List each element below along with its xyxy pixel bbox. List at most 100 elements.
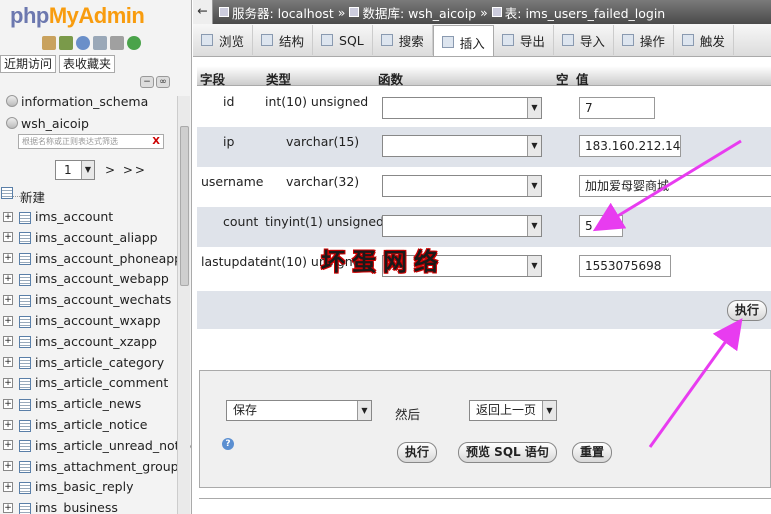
sidebar-table-item[interactable]: + ims_article_news bbox=[0, 393, 141, 414]
expand-icon[interactable]: + bbox=[3, 419, 13, 430]
back-arrow-icon[interactable]: ← bbox=[193, 0, 213, 24]
expand-icon[interactable]: + bbox=[3, 502, 13, 513]
sidebar-table-item[interactable]: + ims_account_xzapp bbox=[0, 331, 157, 352]
tab-2[interactable]: SQL bbox=[313, 25, 373, 55]
tab-3[interactable]: 搜索 bbox=[373, 25, 433, 55]
expand-icon[interactable]: + bbox=[3, 232, 13, 243]
value-input[interactable]: 1553075698 bbox=[579, 255, 671, 277]
table-label: ims_attachment_group bbox=[35, 458, 179, 474]
sidebar-table-item[interactable]: + ims_business bbox=[0, 497, 118, 514]
breadcrumb-database[interactable]: 数据库: wsh_aicoip bbox=[362, 3, 476, 22]
action-select-value: 保存 bbox=[233, 403, 258, 417]
tab-8[interactable]: 触发 bbox=[674, 25, 734, 55]
value-input[interactable]: 加加爱母婴商城 bbox=[579, 175, 771, 197]
table-label: ims_basic_reply bbox=[35, 479, 134, 495]
function-select[interactable]: ▼ bbox=[382, 215, 542, 237]
database-item[interactable]: information_schema bbox=[0, 91, 148, 111]
nav-scrollbar-thumb[interactable] bbox=[180, 126, 189, 286]
sidebar-table-item[interactable]: + ims_article_notice bbox=[0, 414, 147, 435]
database-item-active[interactable]: wsh_aicoip bbox=[0, 113, 89, 133]
sidebar-table-item[interactable]: + ims_article_category bbox=[0, 352, 164, 373]
sidebar-table-item[interactable]: + ims_account bbox=[0, 206, 113, 227]
then-select-value: 返回上一页 bbox=[476, 403, 537, 417]
function-select[interactable]: ▼ bbox=[382, 135, 542, 157]
tab-bar: 浏览 结构 SQL 搜索 插入 导出 导入 操作 触发 bbox=[193, 24, 771, 57]
page-select[interactable]: 1 ▼ bbox=[55, 160, 95, 180]
sidebar-table-item[interactable]: + ims_basic_reply bbox=[0, 476, 133, 497]
recent-tab[interactable]: 近期访问 bbox=[0, 55, 57, 73]
phpmyadmin-logo[interactable]: phpMyAdmin bbox=[10, 3, 145, 29]
sidebar-table-item[interactable]: + ims_account_aliapp bbox=[0, 227, 158, 248]
reload-icon[interactable] bbox=[127, 36, 141, 50]
table-icon bbox=[18, 481, 31, 494]
sidebar-table-item[interactable]: + ims_article_unread_notice bbox=[0, 435, 192, 456]
tab-7[interactable]: 操作 bbox=[614, 25, 674, 55]
server-icon bbox=[219, 7, 229, 17]
value-input[interactable]: 5 bbox=[579, 215, 623, 237]
expand-icon[interactable]: + bbox=[3, 294, 13, 305]
execute-button[interactable]: 执行 bbox=[727, 300, 768, 321]
help-icon[interactable]: ? bbox=[222, 438, 234, 450]
expand-icon[interactable]: + bbox=[3, 398, 13, 409]
nav-icon-bar bbox=[42, 36, 141, 50]
field-type: tinyint(1) unsigned bbox=[265, 214, 384, 229]
sidebar-table-item[interactable]: + ims_article_comment bbox=[0, 372, 168, 393]
table-icon bbox=[18, 273, 31, 286]
chevron-down-icon: ▼ bbox=[527, 256, 541, 276]
sidebar-table-item[interactable]: + ims_account_wechats bbox=[0, 289, 171, 310]
expand-icon[interactable]: + bbox=[3, 357, 13, 368]
value-input[interactable]: 7 bbox=[579, 97, 655, 119]
next-page-link[interactable]: > >> bbox=[105, 163, 147, 177]
value-input[interactable]: 183.160.212.14 bbox=[579, 135, 681, 157]
expand-icon[interactable]: + bbox=[3, 461, 13, 472]
function-select[interactable]: ▼ bbox=[382, 97, 542, 119]
favorites-tab[interactable]: 表收藏夹 bbox=[59, 55, 116, 73]
collapse-all-button[interactable]: − bbox=[140, 76, 154, 88]
expand-icon[interactable]: + bbox=[3, 481, 13, 492]
link-with-main-button[interactable]: ∞ bbox=[156, 76, 170, 88]
tab-5[interactable]: 导出 bbox=[494, 25, 554, 55]
clear-filter-icon[interactable]: X bbox=[152, 135, 160, 148]
tab-1[interactable]: 结构 bbox=[253, 25, 314, 55]
breadcrumb-server[interactable]: 服务器: localhost bbox=[232, 3, 334, 22]
new-table-link[interactable]: 新建 bbox=[0, 186, 45, 206]
table-icon bbox=[18, 460, 31, 474]
expand-icon[interactable]: + bbox=[3, 336, 13, 347]
sidebar-table-item[interactable]: + ims_account_phoneapp bbox=[0, 248, 182, 269]
table-label: ims_article_unread_notice bbox=[35, 437, 192, 453]
settings-icon[interactable] bbox=[110, 36, 124, 50]
expand-icon[interactable]: + bbox=[3, 377, 13, 388]
sidebar-table-item[interactable]: + ims_account_webapp bbox=[0, 268, 169, 289]
function-select[interactable]: ▼ bbox=[382, 175, 542, 197]
tab-label: 浏览 bbox=[219, 33, 245, 49]
table-icon bbox=[18, 377, 31, 390]
expand-icon[interactable]: + bbox=[3, 440, 13, 451]
tab-0[interactable]: 浏览 bbox=[193, 25, 254, 55]
nav-scrollbar[interactable] bbox=[177, 96, 190, 514]
expand-icon[interactable]: + bbox=[3, 253, 13, 264]
then-select[interactable]: 返回上一页 ▼ bbox=[469, 400, 557, 421]
breadcrumb-separator: » bbox=[337, 4, 346, 20]
sidebar-table-item[interactable]: + ims_account_wxapp bbox=[0, 310, 161, 331]
breadcrumb-table[interactable]: 表: ims_users_failed_login bbox=[505, 3, 665, 22]
tab-6[interactable]: 导入 bbox=[554, 25, 614, 55]
docs-icon[interactable] bbox=[93, 36, 107, 50]
chevron-down-icon: ▼ bbox=[527, 98, 541, 118]
logout-icon[interactable] bbox=[59, 36, 73, 50]
expand-icon[interactable]: + bbox=[3, 273, 13, 284]
home-icon[interactable] bbox=[42, 36, 56, 50]
tab-4[interactable]: 插入 bbox=[432, 25, 494, 56]
expand-icon[interactable]: + bbox=[3, 315, 13, 326]
help-icon[interactable] bbox=[76, 36, 90, 50]
action-select[interactable]: 保存 ▼ bbox=[226, 400, 372, 421]
preview-sql-button[interactable]: 预览 SQL 语句 bbox=[458, 442, 557, 463]
expand-icon[interactable]: + bbox=[3, 211, 13, 222]
reset-button[interactable]: 重置 bbox=[572, 442, 613, 463]
table-row: lastupdate int(10) unsigned ▼ 1553075698 bbox=[197, 247, 771, 287]
sidebar-table-item[interactable]: + ims_attachment_group bbox=[0, 456, 179, 477]
main-panel: ← 服务器: localhost » 数据库: wsh_aicoip » 表: … bbox=[193, 0, 771, 514]
table-row: username varchar(32) ▼ 加加爱母婴商城 bbox=[197, 167, 771, 207]
execute-bottom-button[interactable]: 执行 bbox=[397, 442, 438, 463]
field-type: int(10) unsigned bbox=[265, 94, 369, 109]
table-filter-input[interactable]: 根据名称或正则表达式筛选 X bbox=[18, 134, 164, 149]
